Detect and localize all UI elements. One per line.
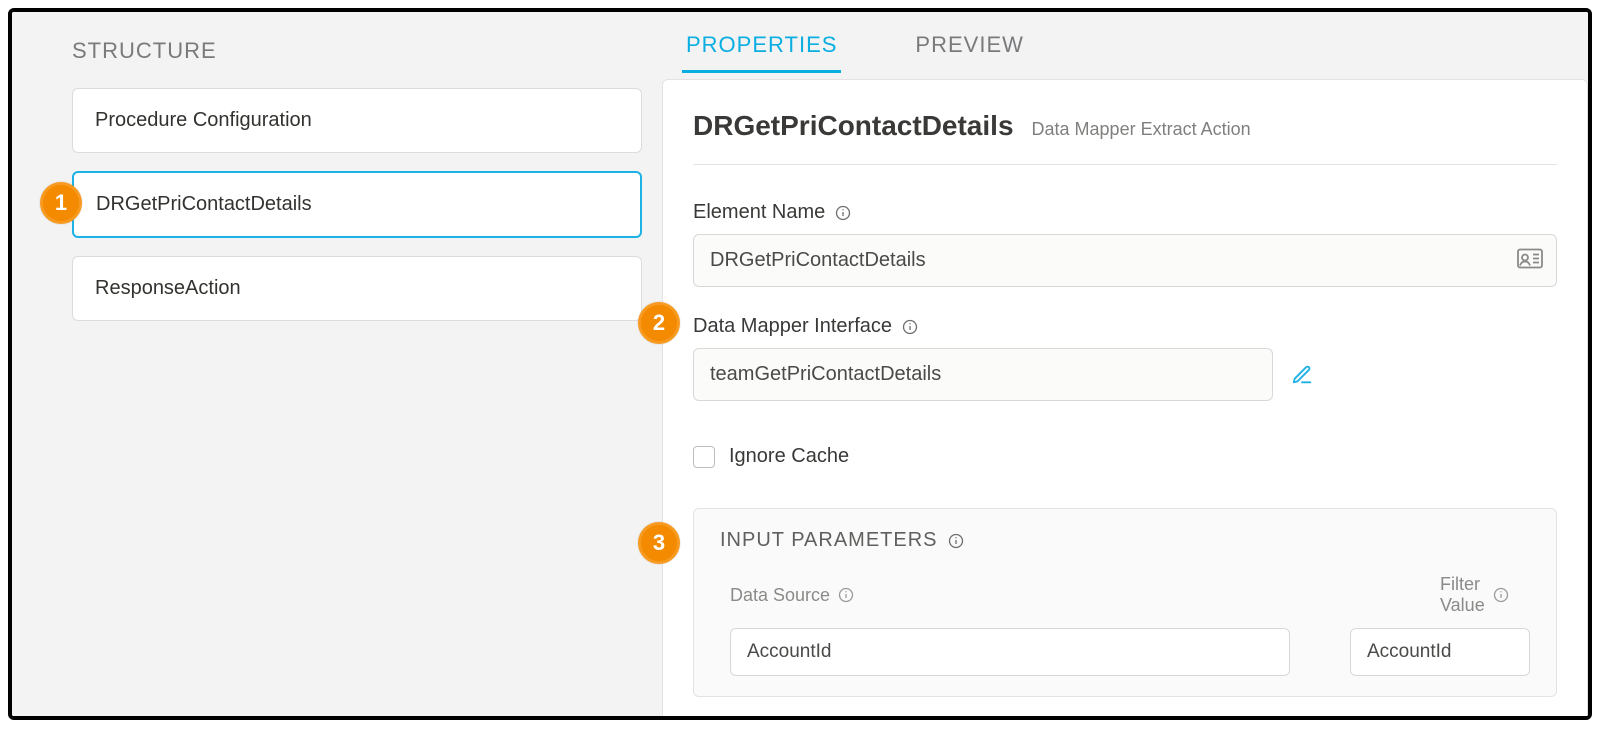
properties-header: DRGetPriContactDetails Data Mapper Extra… bbox=[693, 110, 1557, 165]
callout-marker-3: 3 bbox=[638, 522, 680, 564]
structure-item-drgetpricontactdetails[interactable]: DRGetPriContactDetails bbox=[72, 171, 642, 238]
column-data-source: Data Source bbox=[730, 574, 1430, 616]
param-filter-value-input[interactable] bbox=[1350, 628, 1530, 676]
dm-interface-label: Data Mapper Interface bbox=[693, 315, 892, 338]
input-parameters-row bbox=[694, 622, 1556, 696]
element-name-input-wrap bbox=[693, 234, 1557, 287]
ignore-cache-row: Ignore Cache bbox=[693, 445, 1557, 468]
structure-item-procedure-configuration[interactable]: Procedure Configuration bbox=[72, 88, 642, 153]
input-parameters-block: INPUT PARAMETERS Data Source bbox=[693, 508, 1557, 697]
info-icon[interactable] bbox=[835, 205, 851, 221]
ignore-cache-checkbox[interactable] bbox=[693, 446, 715, 468]
info-icon[interactable] bbox=[1493, 587, 1509, 603]
dm-interface-label-row: Data Mapper Interface bbox=[693, 315, 1557, 338]
ignore-cache-label: Ignore Cache bbox=[729, 445, 849, 468]
tabs: PROPERTIES PREVIEW bbox=[662, 12, 1588, 77]
structure-item-label: Procedure Configuration bbox=[95, 109, 312, 131]
column-filter-value: Filter Value bbox=[1440, 574, 1539, 616]
input-parameters-title: INPUT PARAMETERS bbox=[720, 529, 938, 552]
info-icon[interactable] bbox=[902, 319, 918, 335]
element-name-label-row: Element Name bbox=[693, 201, 1557, 224]
dm-interface-input[interactable] bbox=[693, 348, 1273, 401]
dm-interface-input-row bbox=[693, 348, 1557, 401]
input-parameters-columns: Data Source Filter Value bbox=[694, 562, 1556, 622]
element-name-label: Element Name bbox=[693, 201, 825, 224]
pencil-icon[interactable] bbox=[1291, 364, 1313, 386]
properties-title: DRGetPriContactDetails bbox=[693, 110, 1014, 142]
structure-item-responseaction[interactable]: ResponseAction bbox=[72, 256, 642, 321]
callout-marker-2: 2 bbox=[638, 302, 680, 344]
structure-heading: STRUCTURE bbox=[72, 38, 642, 64]
info-icon[interactable] bbox=[838, 587, 854, 603]
structure-panel: STRUCTURE Procedure Configuration DRGetP… bbox=[12, 12, 662, 716]
id-card-icon[interactable] bbox=[1517, 248, 1543, 273]
info-icon[interactable] bbox=[948, 533, 964, 549]
input-parameters-head: INPUT PARAMETERS bbox=[694, 509, 1556, 562]
element-name-input[interactable] bbox=[693, 234, 1557, 287]
tab-properties[interactable]: PROPERTIES bbox=[682, 26, 841, 73]
param-data-source-input[interactable] bbox=[730, 628, 1290, 676]
column-data-source-label: Data Source bbox=[730, 585, 830, 606]
properties-subtitle: Data Mapper Extract Action bbox=[1032, 119, 1251, 140]
details-panel: PROPERTIES PREVIEW DRGetPriContactDetail… bbox=[662, 12, 1588, 716]
structure-item-label: DRGetPriContactDetails bbox=[96, 193, 312, 215]
properties-card: DRGetPriContactDetails Data Mapper Extra… bbox=[662, 79, 1588, 716]
tab-preview[interactable]: PREVIEW bbox=[911, 26, 1027, 73]
callout-marker-1: 1 bbox=[40, 182, 82, 224]
column-filter-value-label: Filter Value bbox=[1440, 574, 1485, 616]
structure-item-label: ResponseAction bbox=[95, 277, 241, 299]
